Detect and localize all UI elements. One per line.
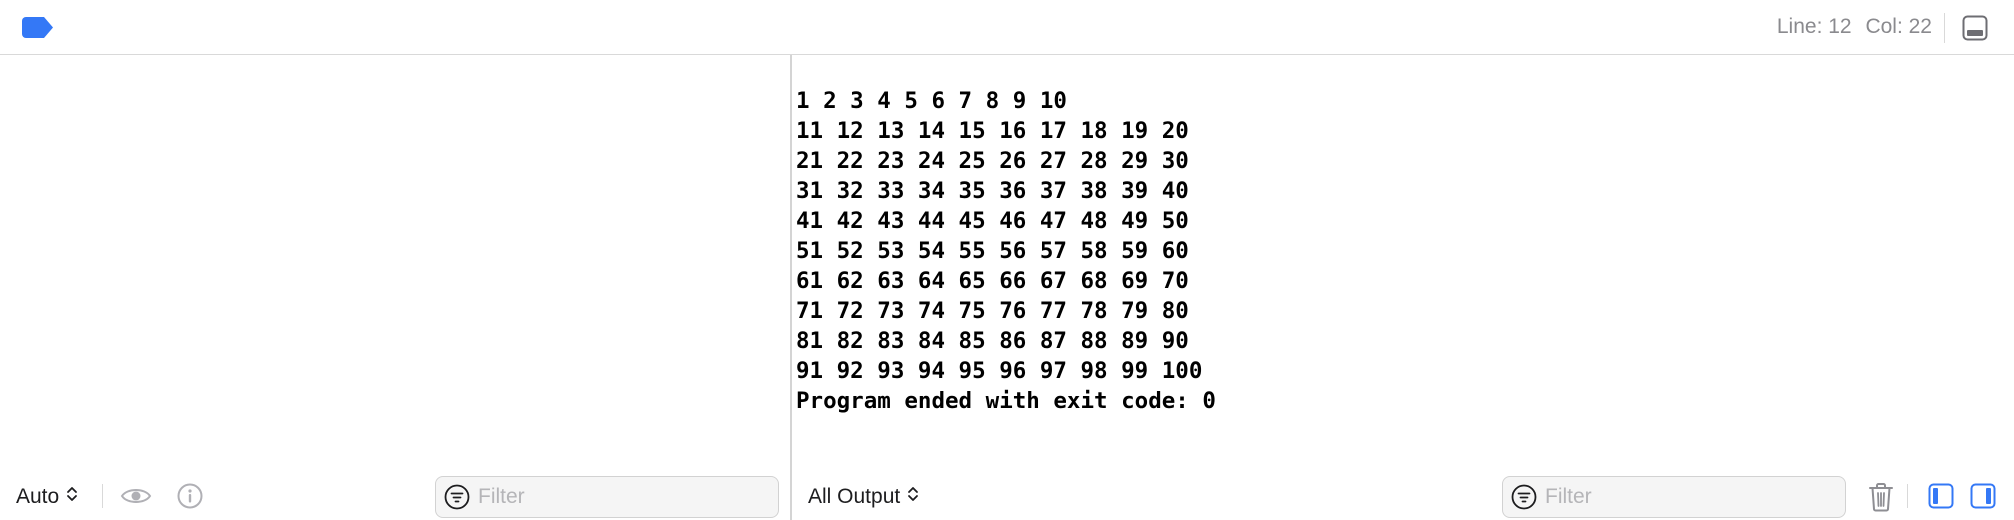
console-bottom-bar: All Output [792,472,2014,520]
eye-icon [120,489,152,503]
filter-icon [1511,484,1537,510]
show-variables-view-button[interactable] [1928,483,1954,514]
filter-icon [444,484,470,510]
console-line: 51 52 53 54 55 56 57 58 59 60 [796,238,1189,264]
variables-scope-popup[interactable]: Auto [16,485,78,509]
print-description-button[interactable] [177,483,203,514]
bottom-bar-divider [1907,484,1908,508]
debug-area: Line: 12 Col: 22 1 2 3 4 5 6 7 8 9 10 11 … [0,0,2014,520]
cursor-position: Line: 12 Col: 22 [1777,15,1932,41]
console-view[interactable]: 1 2 3 4 5 6 7 8 9 10 11 12 13 14 15 16 17… [792,56,2014,520]
toolbar-divider [1944,13,1945,43]
breakpoint-toggle-button[interactable] [22,17,54,38]
variables-view [0,56,790,520]
console-line: 61 62 63 64 65 66 67 68 69 70 [796,268,1189,294]
breakpoint-icon [22,17,53,38]
hide-debug-area-button[interactable] [1962,15,1988,41]
clear-console-button[interactable] [1868,482,1894,517]
console-line: 31 32 33 34 35 36 37 38 39 40 [796,178,1189,204]
chevron-up-down-icon [66,485,78,509]
show-console-icon [1970,483,1996,509]
console-line: 41 42 43 44 45 46 47 48 49 50 [796,208,1189,234]
variables-bottom-bar: Auto [0,472,790,520]
show-console-view-button[interactable] [1970,483,1996,514]
console-output: 1 2 3 4 5 6 7 8 9 10 11 12 13 14 15 16 17… [796,86,1996,416]
variables-filter-input[interactable] [478,485,752,509]
line-indicator: Line: 12 [1776,15,1852,38]
chevron-up-down-icon [907,485,919,509]
variables-scope-label: Auto [16,485,60,508]
console-filter-input[interactable] [1545,485,1819,509]
console-line: 81 82 83 84 85 86 87 88 89 90 [796,328,1189,354]
column-indicator: Col: 22 [1865,15,1932,38]
variables-filter-field[interactable] [435,476,779,518]
console-line: 91 92 93 94 95 96 97 98 99 100 [796,358,1203,384]
trash-icon [1869,483,1893,512]
console-line: 71 72 73 74 75 76 77 78 79 80 [796,298,1189,324]
console-line: Program ended with exit code: 0 [796,388,1216,414]
bottom-bar-divider [102,484,103,508]
debug-bar: Line: 12 Col: 22 [0,0,2014,55]
toggle-console-icon [1962,15,1988,41]
info-icon [177,483,203,509]
console-filter-field[interactable] [1502,476,1846,518]
console-output-popup[interactable]: All Output [808,485,919,509]
console-line: 11 12 13 14 15 16 17 18 19 20 [796,118,1189,144]
console-line: 1 2 3 4 5 6 7 8 9 10 [796,88,1067,114]
console-line: 21 22 23 24 25 26 27 28 29 30 [796,148,1189,174]
show-variables-icon [1928,483,1954,509]
console-output-label: All Output [808,485,901,508]
quick-look-button[interactable] [120,484,152,513]
